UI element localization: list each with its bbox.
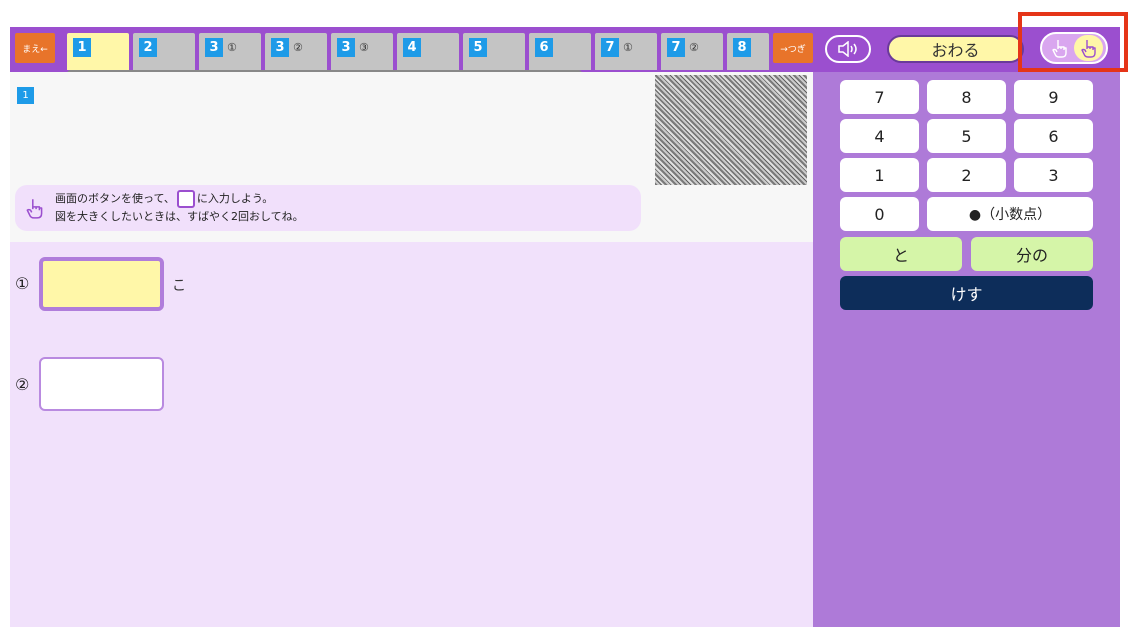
tab-number: 7 [601,38,619,57]
hint-text: 画面のボタンを使って、 [55,192,175,205]
hint-box: 画面のボタンを使って、 に入力しよう。 図を大きくしたいときは、すばやく2回おして… [15,185,641,231]
key-9[interactable]: 9 [1014,80,1093,114]
hint-text: に入力しよう。 [196,192,274,205]
tab-number: 6 [535,38,553,57]
tab-1[interactable]: 1 [67,33,129,70]
next-button[interactable]: →つぎ [773,33,813,63]
answer-panel: ① こ ② [10,242,813,627]
tab-sub: ② [689,41,699,54]
sound-button[interactable] [825,35,871,63]
hint-line-1: 画面のボタンを使って、 に入力しよう。 [55,190,633,208]
tab-8[interactable]: 8 [727,33,769,70]
tab-sub: ② [293,41,303,54]
app-root: まえ← 1 2 3 ① 3 ② 3 ③ 4 5 6 7 ① 7 ② 8 →つぎ … [10,12,1128,627]
key-8[interactable]: 8 [927,80,1006,114]
tab-number: 1 [73,38,91,57]
answer-input-2[interactable] [39,357,164,411]
tab-3-2[interactable]: 3 ② [265,33,327,70]
key-2[interactable]: 2 [927,158,1006,192]
question-figure[interactable] [655,75,807,185]
key-bunno[interactable]: 分の [971,237,1093,271]
input-box-sample-icon [176,190,195,208]
key-6[interactable]: 6 [1014,119,1093,153]
key-4[interactable]: 4 [840,119,919,153]
tab-sub: ① [227,41,237,54]
key-to[interactable]: と [840,237,962,271]
tab-3-1[interactable]: 3 ① [199,33,261,70]
key-5[interactable]: 5 [927,119,1006,153]
tab-number: 2 [139,38,157,57]
tab-number: 8 [733,38,751,57]
answer-unit-1: こ [172,278,186,294]
tab-number: 5 [469,38,487,57]
tab-2[interactable]: 2 [133,33,195,70]
tab-sub: ① [623,41,633,54]
question-number-badge: 1 [17,87,34,104]
key-3[interactable]: 3 [1014,158,1093,192]
prev-button[interactable]: まえ← [15,33,55,63]
tab-3-3[interactable]: 3 ③ [331,33,393,70]
annotation-highlight [1018,12,1128,72]
tab-6[interactable]: 6 [529,33,591,70]
hand-icon [26,199,43,219]
answer-label-1: ① [15,274,30,293]
tab-sub: ③ [359,41,369,54]
key-7[interactable]: 7 [840,80,919,114]
answer-input-1[interactable] [39,257,164,311]
key-decimal-point[interactable]: ●（小数点） [927,197,1093,231]
top-navigation-bar: まえ← 1 2 3 ① 3 ② 3 ③ 4 5 6 7 ① 7 ② 8 →つぎ … [10,12,1128,72]
tab-7-1[interactable]: 7 ① [595,33,657,70]
tab-number: 3 [271,38,289,57]
keypad-panel: 7 8 9 4 5 6 1 2 3 0 ●（小数点） と 分の けす [813,72,1120,627]
clear-button[interactable]: けす [840,276,1093,310]
key-1[interactable]: 1 [840,158,919,192]
tab-7-2[interactable]: 7 ② [661,33,723,70]
speaker-icon [838,41,857,57]
tab-number: 7 [667,38,685,57]
answer-label-2: ② [15,375,30,394]
tab-number: 4 [403,38,421,57]
tab-4[interactable]: 4 [397,33,459,70]
tab-5[interactable]: 5 [463,33,525,70]
key-0[interactable]: 0 [840,197,919,231]
hint-line-2: 図を大きくしたいときは、すばやく2回おしてね。 [55,210,304,223]
tab-number: 3 [205,38,223,57]
tab-number: 3 [337,38,355,57]
question-panel: 1 画面のボタンを使って、 に入力しよう。 図を大きくしたいときは、すばやく2回お… [10,72,813,242]
end-button[interactable]: おわる [887,35,1024,63]
